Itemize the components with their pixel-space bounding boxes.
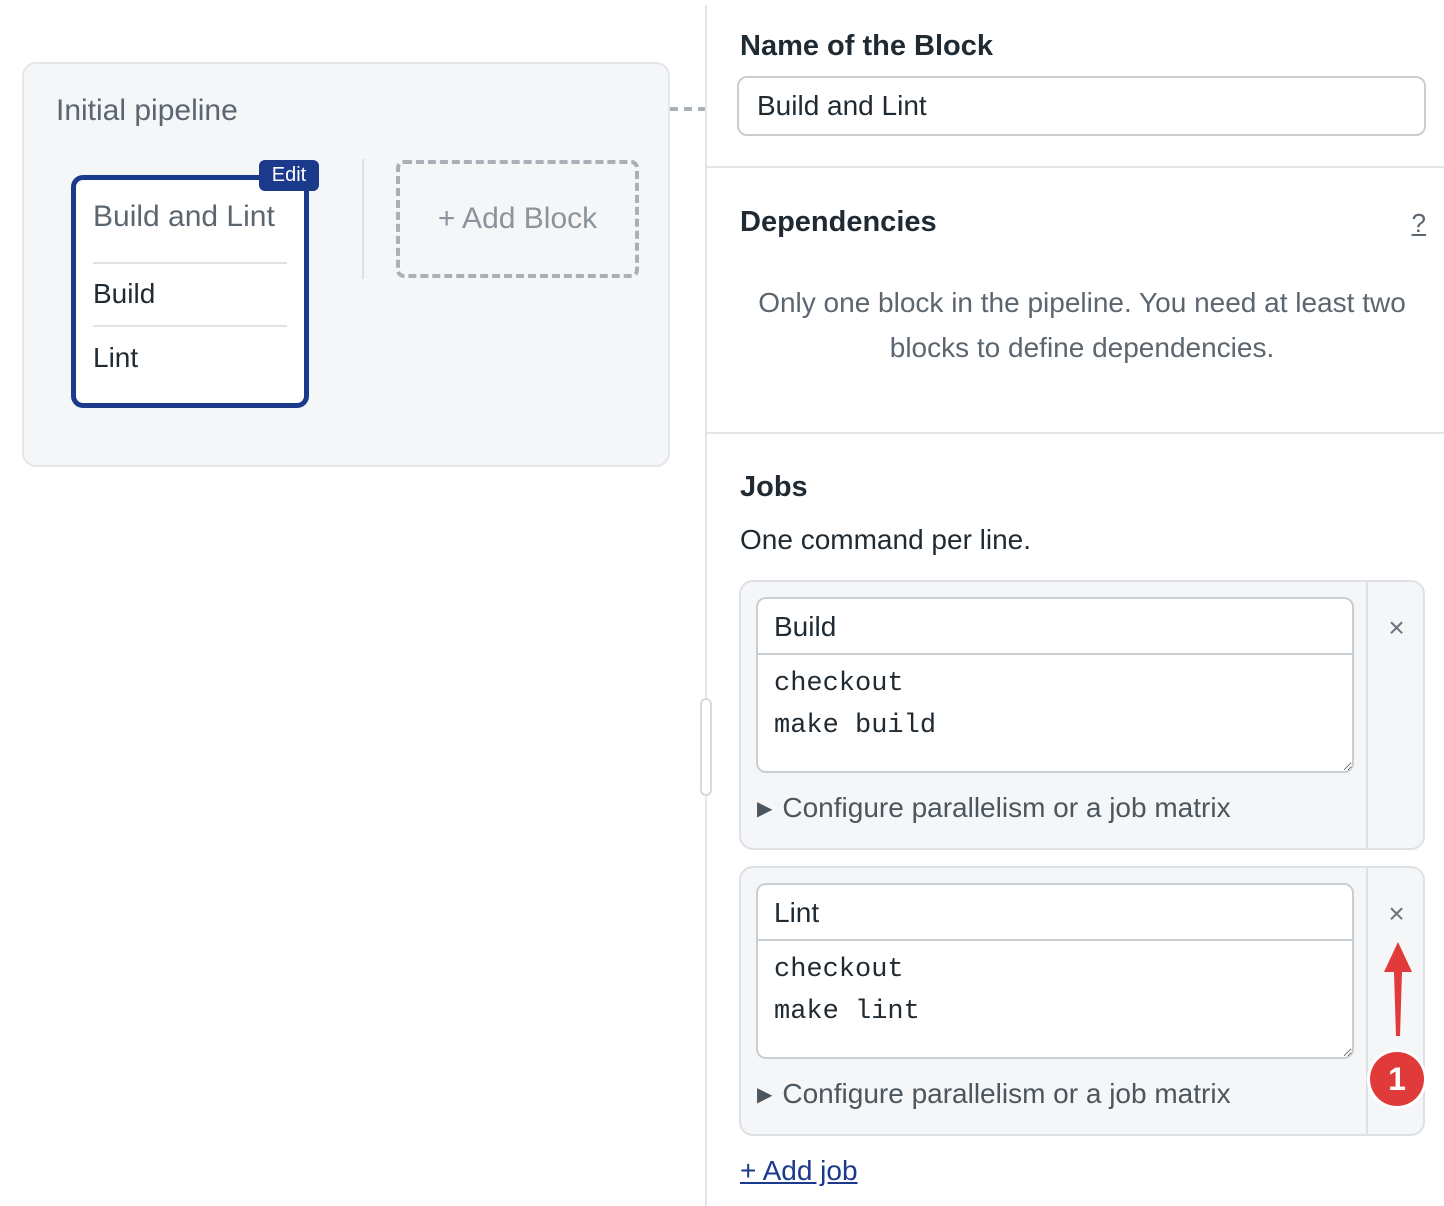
- resize-handle[interactable]: [700, 698, 712, 796]
- pipeline-connector: [670, 107, 706, 111]
- block-card[interactable]: Build and Lint Build Lint: [71, 175, 309, 408]
- job-name-input[interactable]: [756, 883, 1354, 941]
- annotation-arrow-icon: [1384, 942, 1412, 1036]
- block-divider: [93, 262, 287, 264]
- dependencies-heading: Dependencies: [740, 206, 937, 238]
- block-job-item: Build: [93, 278, 156, 309]
- configure-parallelism-toggle[interactable]: ▶ Configure parallelism or a job matrix: [757, 1078, 1231, 1110]
- close-icon[interactable]: ×: [1368, 898, 1423, 930]
- block-name-input[interactable]: [737, 76, 1426, 136]
- block-column-divider: [362, 159, 364, 279]
- configure-parallelism-label: Configure parallelism or a job matrix: [782, 1078, 1231, 1109]
- block-job-item: Lint: [93, 342, 139, 373]
- add-job-link[interactable]: + Add job: [740, 1155, 858, 1187]
- add-block-button[interactable]: + Add Block: [396, 160, 639, 278]
- job-remove-column: ×: [1366, 582, 1423, 848]
- block-divider: [93, 325, 287, 327]
- triangle-right-icon: ▶: [757, 1083, 773, 1106]
- jobs-subtitle: One command per line.: [740, 524, 1032, 555]
- job-card: checkout make lint ▶ Configure paralleli…: [739, 866, 1425, 1136]
- command-line: make build: [774, 711, 937, 741]
- job-commands-textarea[interactable]: checkout make lint: [756, 939, 1354, 1059]
- job-name-input[interactable]: [756, 597, 1354, 655]
- command-line: make lint: [774, 997, 920, 1027]
- dependencies-message: Only one block in the pipeline. You need…: [758, 287, 1406, 363]
- workflow-canvas: Initial pipeline Edit Build and Lint Bui…: [0, 0, 706, 1206]
- pipeline-container: Initial pipeline Edit Build and Lint Bui…: [22, 62, 670, 467]
- configure-parallelism-toggle[interactable]: ▶ Configure parallelism or a job matrix: [757, 792, 1231, 824]
- section-divider: [707, 432, 1444, 434]
- annotation-badge: 1: [1370, 1052, 1424, 1106]
- block-title: Build and Lint: [93, 200, 275, 233]
- job-card: checkout make build ▶ Configure parallel…: [739, 580, 1425, 850]
- job-commands-textarea[interactable]: checkout make build: [756, 653, 1354, 773]
- command-line: checkout: [774, 955, 904, 985]
- configure-parallelism-label: Configure parallelism or a job matrix: [782, 792, 1231, 823]
- block-editor-panel: Name of the Block Dependencies ? Only on…: [707, 0, 1444, 1206]
- edit-block-badge[interactable]: Edit: [259, 160, 319, 191]
- section-divider: [707, 166, 1444, 168]
- dependencies-help-link[interactable]: ?: [1412, 208, 1426, 239]
- block-name-heading: Name of the Block: [740, 30, 993, 62]
- triangle-right-icon: ▶: [757, 797, 773, 820]
- pipeline-title: Initial pipeline: [56, 94, 238, 127]
- jobs-heading: Jobs: [740, 471, 808, 503]
- close-icon[interactable]: ×: [1368, 612, 1423, 644]
- command-line: checkout: [774, 669, 904, 699]
